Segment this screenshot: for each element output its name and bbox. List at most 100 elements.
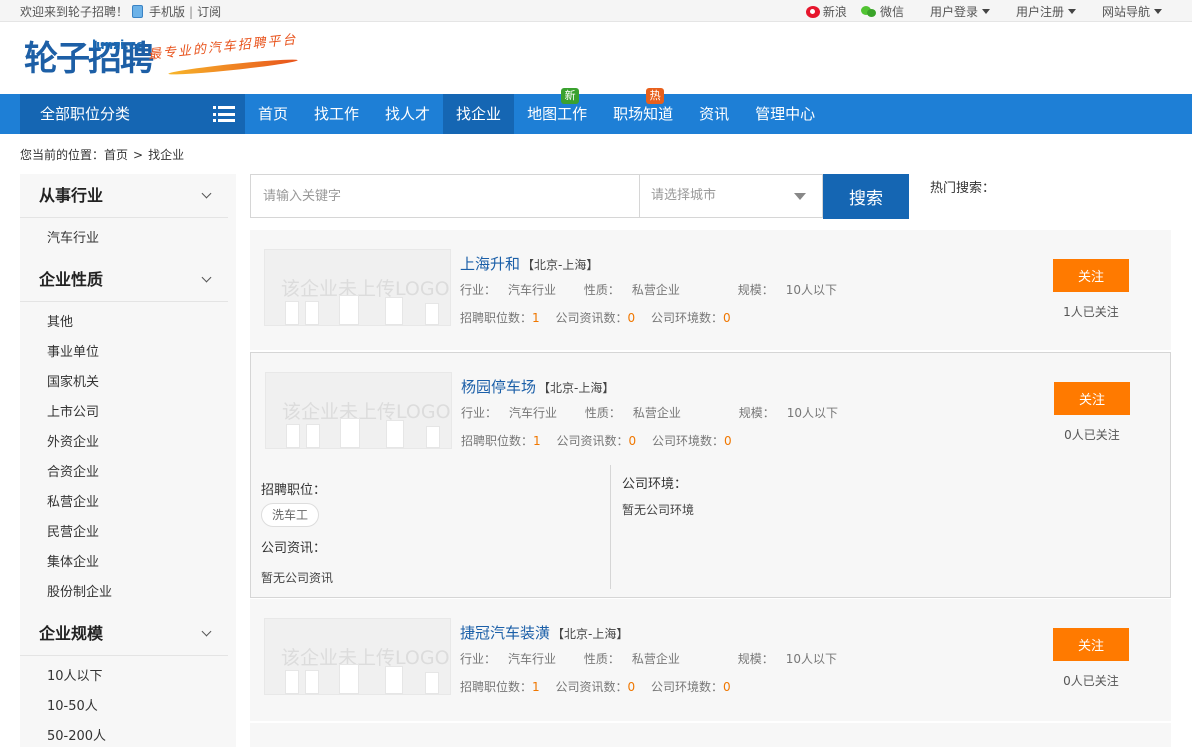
weibo-label: 新浪	[822, 5, 847, 19]
jobs-count: 招聘职位数：1	[461, 434, 541, 448]
nav-item-news[interactable]: 资讯	[686, 94, 742, 134]
new-badge: 新	[561, 88, 580, 104]
count-value: 0	[723, 434, 732, 448]
company-logo-placeholder[interactable]: 该企业未上传LOGO	[264, 618, 451, 695]
filter-item[interactable]: 10-50人	[47, 692, 236, 722]
meta-label: 行业：	[461, 406, 498, 420]
count-value: 1	[533, 434, 541, 448]
filter-item[interactable]: 事业单位	[47, 338, 236, 368]
all-categories-button[interactable]: 全部职位分类	[20, 94, 245, 134]
filter-item[interactable]: 10人以下	[47, 662, 236, 692]
site-nav-menu[interactable]: 网站导航	[1102, 3, 1162, 20]
nav-item-admin[interactable]: 管理中心	[742, 94, 828, 134]
company-name-link[interactable]: 杨园停车场 【北京-上海】	[461, 376, 614, 397]
meta-label: 性质：	[583, 283, 620, 297]
main-nav: 全部职位分类 首页 找工作 找人才 找企业 地图工作新 职场知道热 资讯 管理中…	[0, 88, 1192, 134]
meta-label: 规模：	[737, 652, 774, 666]
detail-left-column: 招聘职位： 洗车工 公司资讯： 暂无公司资讯	[261, 465, 611, 589]
jobs-count: 招聘职位数：1	[460, 680, 540, 694]
filter-title: 从事行业	[39, 186, 104, 205]
news-count: 公司资讯数：0	[555, 680, 635, 694]
count-label: 招聘职位数：	[460, 680, 533, 694]
filter-item[interactable]: 上市公司	[47, 398, 236, 428]
nav-item-label: 职场知道	[613, 105, 674, 123]
search-button[interactable]: 搜索	[823, 174, 909, 219]
filter-item[interactable]: 民营企业	[47, 518, 236, 548]
nav-item-map-jobs[interactable]: 地图工作新	[514, 88, 600, 134]
city-select-placeholder: 请选择城市	[651, 188, 717, 203]
site-logo[interactable]: 轮子招聘 lunzi.cc	[24, 38, 154, 78]
company-location: 【北京-上海】	[538, 381, 615, 395]
slogan-swoosh-decoration	[168, 57, 298, 77]
nav-item-find-company[interactable]: 找企业	[443, 94, 515, 134]
nav-item-workplace-qa[interactable]: 职场知道热	[600, 88, 686, 134]
filter-item[interactable]: 私营企业	[47, 488, 236, 518]
nav-item-find-talent[interactable]: 找人才	[372, 94, 443, 134]
meta-label: 性质：	[583, 652, 620, 666]
mobile-version-link[interactable]: 手机版	[149, 3, 185, 20]
filter-item[interactable]: 50-200人	[47, 722, 236, 747]
company-name-link[interactable]: 捷冠汽车装潢 【北京-上海】	[460, 622, 628, 643]
meta-label: 规模：	[738, 406, 775, 420]
building-decoration	[340, 418, 360, 448]
building-decoration	[386, 420, 404, 448]
wechat-link[interactable]: 微信	[860, 3, 904, 20]
weibo-link[interactable]: 新浪	[805, 3, 847, 20]
job-tag[interactable]: 洗车工	[261, 503, 320, 527]
filter-item[interactable]: 股份制企业	[47, 578, 236, 608]
industry-field: 行业： 汽车行业	[460, 652, 568, 666]
company-logo-placeholder[interactable]: 该企业未上传LOGO	[265, 372, 452, 449]
subscribe-link[interactable]: 订阅	[197, 3, 221, 20]
filter-header-scale[interactable]: 企业规模	[20, 612, 228, 656]
filter-item[interactable]: 外资企业	[47, 428, 236, 458]
company-name-link[interactable]: 上海升和 【北京-上海】	[460, 253, 598, 274]
count-label: 招聘职位数：	[461, 434, 534, 448]
follow-button[interactable]: 关注	[1053, 628, 1129, 661]
filter-item[interactable]: 国家机关	[47, 368, 236, 398]
chevron-down-icon	[201, 188, 212, 199]
filter-item[interactable]: 集体企业	[47, 548, 236, 578]
industry-list: 汽车行业	[20, 218, 236, 258]
follow-button[interactable]: 关注	[1053, 259, 1129, 292]
building-decoration	[425, 303, 439, 325]
nav-item-find-job[interactable]: 找工作	[301, 94, 372, 134]
keyword-search-input[interactable]	[250, 174, 639, 218]
filter-header-industry[interactable]: 从事行业	[20, 174, 228, 218]
company-location: 【北京-上海】	[522, 258, 599, 272]
company-logo-placeholder[interactable]: 该企业未上传LOGO	[264, 249, 451, 326]
count-label: 公司环境数：	[650, 680, 723, 694]
count-label: 公司资讯数：	[555, 680, 628, 694]
scale-field: 规模： 10人以下	[738, 652, 849, 666]
top-bar-left: 欢迎来到轮子招聘！ 手机版 | 订阅	[20, 3, 221, 20]
company-counts: 招聘职位数：1 公司资讯数：0 公司环境数：0	[461, 432, 744, 449]
count-value: 0	[722, 311, 731, 325]
caret-down-icon	[1067, 9, 1076, 14]
wechat-label: 微信	[879, 5, 904, 19]
breadcrumb-current: 找企业	[148, 148, 185, 162]
filter-header-nature[interactable]: 企业性质	[20, 258, 228, 302]
breadcrumb-home-link[interactable]: 首页	[104, 148, 128, 162]
company-env-label: 公司环境：	[622, 477, 688, 492]
building-decoration	[426, 426, 440, 448]
count-label: 公司环境数：	[650, 311, 723, 325]
user-login-menu[interactable]: 用户登录	[930, 3, 990, 20]
company-name: 捷冠汽车装潢	[460, 624, 551, 642]
company-meta: 行业： 汽车行业 性质： 私营企业 规模： 10人以下	[461, 404, 862, 421]
count-label: 招聘职位数：	[460, 311, 533, 325]
city-select[interactable]: 请选择城市	[639, 174, 823, 218]
env-count: 公司环境数：0	[652, 434, 732, 448]
scale-field: 规模： 10人以下	[739, 406, 850, 420]
building-decoration	[385, 666, 403, 694]
follow-button[interactable]: 关注	[1054, 382, 1130, 415]
user-register-menu[interactable]: 用户注册	[1016, 3, 1076, 20]
nature-value: 私营企业	[631, 283, 680, 297]
building-decoration	[305, 301, 319, 325]
filter-item[interactable]: 其他	[47, 308, 236, 338]
no-news-text: 暂无公司资讯	[261, 571, 334, 585]
filter-item[interactable]: 汽车行业	[47, 224, 236, 254]
news-count: 公司资讯数：0	[555, 311, 635, 325]
nav-item-home[interactable]: 首页	[245, 94, 301, 134]
filter-item[interactable]: 合资企业	[47, 458, 236, 488]
breadcrumb-prefix: 您当前的位置：	[20, 148, 105, 162]
count-value: 1	[532, 311, 540, 325]
